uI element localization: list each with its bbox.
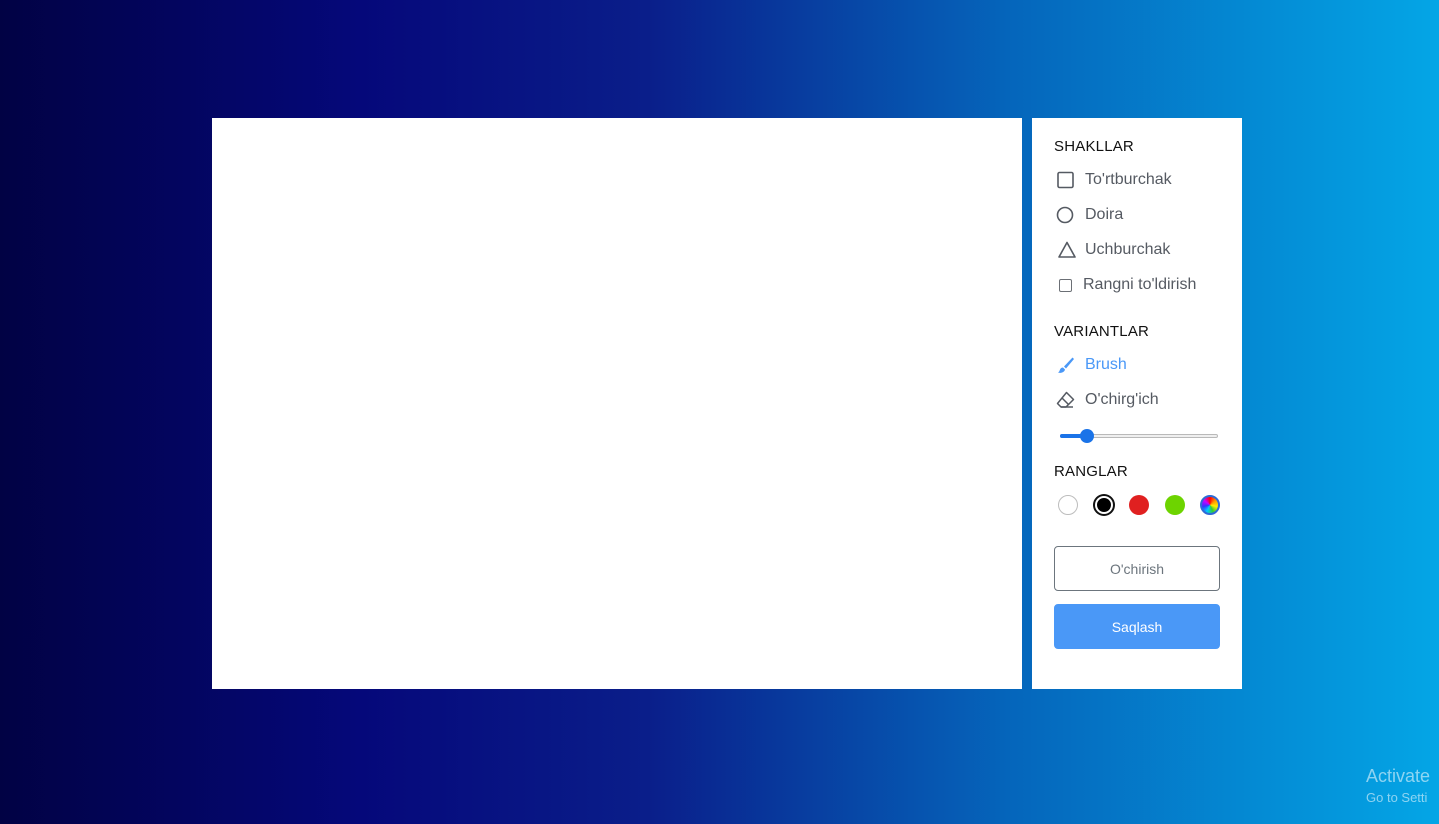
square-icon bbox=[1054, 169, 1078, 191]
tool-brush[interactable]: Brush bbox=[1054, 354, 1127, 376]
tool-circle-label: Doira bbox=[1085, 206, 1124, 223]
eraser-icon bbox=[1054, 389, 1078, 411]
color-red-swatch[interactable] bbox=[1129, 495, 1149, 515]
tool-circle[interactable]: Doira bbox=[1054, 204, 1123, 226]
tool-brush-label: Brush bbox=[1085, 356, 1127, 373]
tool-rectangle[interactable]: To'rtburchak bbox=[1054, 169, 1172, 191]
watermark-line-1: Activate bbox=[1366, 766, 1431, 786]
slider-thumb[interactable] bbox=[1080, 429, 1094, 443]
watermark-line-2: Go to Setti bbox=[1366, 790, 1428, 805]
triangle-icon bbox=[1054, 239, 1078, 261]
tool-triangle[interactable]: Uchburchak bbox=[1054, 239, 1170, 261]
shapes-title: SHAKLLAR bbox=[1054, 138, 1134, 155]
drawing-canvas[interactable] bbox=[212, 118, 1022, 689]
color-green-swatch[interactable] bbox=[1164, 495, 1185, 515]
color-black-swatch[interactable] bbox=[1096, 498, 1111, 512]
brush-icon bbox=[1054, 354, 1078, 376]
color-white-swatch[interactable] bbox=[1058, 495, 1078, 515]
tools-panel: SHAKLLAR To'rtburchak Doira Uchburchak R… bbox=[1032, 118, 1242, 689]
fill-color-checkbox[interactable] bbox=[1054, 274, 1076, 296]
tool-triangle-label: Uchburchak bbox=[1085, 241, 1171, 258]
brush-size-slider[interactable] bbox=[1060, 429, 1218, 443]
fill-color-option[interactable]: Rangni to'ldirish bbox=[1054, 274, 1196, 296]
tool-eraser-label: O'chirg'ich bbox=[1085, 391, 1159, 408]
circle-icon bbox=[1054, 204, 1078, 226]
clear-canvas-button[interactable]: O'chirish bbox=[1054, 546, 1220, 591]
tool-rectangle-label: To'rtburchak bbox=[1085, 171, 1172, 188]
windows-activation-watermark: Activate Go to Setti bbox=[1366, 766, 1430, 805]
color-picker-icon[interactable] bbox=[1200, 495, 1220, 515]
color-palette bbox=[1058, 495, 1220, 515]
options-title: VARIANTLAR bbox=[1054, 323, 1150, 340]
tool-eraser[interactable]: O'chirg'ich bbox=[1054, 389, 1159, 411]
save-image-button[interactable]: Saqlash bbox=[1054, 604, 1220, 649]
colors-title: RANGLAR bbox=[1054, 463, 1128, 480]
fill-color-label: Rangni to'ldirish bbox=[1083, 276, 1197, 293]
